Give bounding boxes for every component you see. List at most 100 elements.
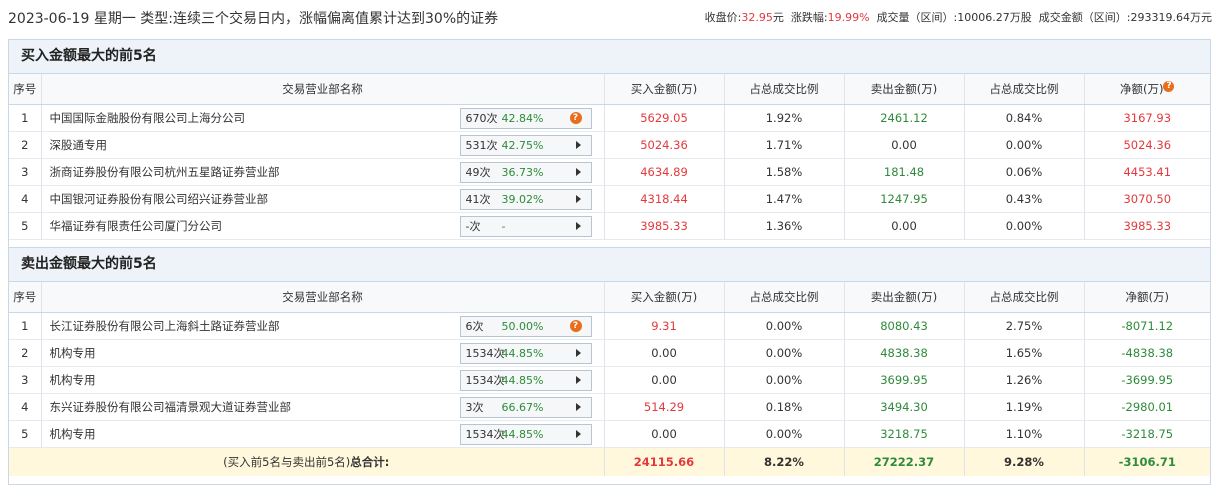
broker-stat-box[interactable]: 49次 36.73% [459, 162, 592, 183]
buy-ratio: 0.18% [724, 393, 845, 421]
broker-cell: 浙商证券股份有限公司杭州五星路证券营业部 49次 36.73% [41, 158, 605, 186]
question-icon[interactable]: ? [1163, 81, 1175, 92]
broker-name[interactable]: 机构专用 [50, 427, 96, 441]
total-buy: 24115.66 [604, 447, 725, 476]
listing-count: 1534次 [465, 347, 505, 360]
net-amount: -3218.75 [1084, 420, 1210, 448]
table-row: 3 浙商证券股份有限公司杭州五星路证券营业部 49次 36.73% 4634.89 1.5… [9, 158, 1210, 186]
col-net: 净额(万) [1084, 282, 1210, 313]
broker-name[interactable]: 东兴证券股份有限公司福清景观大道证券营业部 [50, 400, 292, 414]
broker-name[interactable]: 华福证券有限责任公司厦门分公司 [50, 219, 223, 233]
net-amount: 3070.50 [1084, 185, 1210, 213]
col-sell: 卖出金额(万) [844, 74, 965, 105]
success-rate: 42.84% [501, 112, 544, 125]
success-rate: 44.85% [501, 374, 544, 387]
broker-stat-box[interactable]: 1534次44.85% [459, 343, 592, 364]
sell-amount: 0.00 [844, 131, 965, 159]
sell-top5-panel: 卖出金额最大的前5名 序号 交易营业部名称 买入金额(万) 占总成交比例 卖出金… [8, 247, 1211, 485]
buy-ratio: 1.58% [724, 158, 845, 186]
success-rate: 50.00% [501, 320, 544, 333]
question-icon[interactable]: ? [569, 112, 582, 124]
total-row: (买入前5名与卖出前5名)总合计: 24115.66 8.22% 27222.3… [9, 447, 1210, 476]
arrow-right-icon[interactable] [575, 349, 581, 357]
net-amount: -8071.12 [1084, 312, 1210, 340]
buy-ratio: 1.36% [724, 212, 845, 240]
arrow-right-icon[interactable] [575, 168, 581, 176]
market-stats: 收盘价:32.95元 涨跌幅:19.99% 成交量（区间）:10006.27万股… [705, 9, 1212, 25]
broker-name[interactable]: 长江证券股份有限公司上海斜土路证券营业部 [50, 319, 280, 333]
broker-name[interactable]: 中国国际金融股份有限公司上海分公司 [50, 111, 246, 125]
total-sell-ratio: 9.28% [964, 447, 1085, 476]
table-row: 5 华福证券有限责任公司厦门分公司 -次 -3985.33 1.36% 0.00 0.00%… [9, 212, 1210, 240]
trade-date: 2023-06-19 [8, 11, 90, 27]
listing-count: -次 [465, 220, 481, 233]
broker-name[interactable]: 深股通专用 [50, 138, 108, 152]
sell-ratio: 0.00% [964, 212, 1085, 240]
total-label-prefix: (买入前5名与卖出前5名) [223, 455, 351, 469]
sell-amount: 4838.38 [844, 339, 965, 367]
sell-table: 序号 交易营业部名称 买入金额(万) 占总成交比例 卖出金额(万) 占总成交比例… [9, 282, 1210, 476]
broker-cell: 机构专用 1534次44.85% [41, 339, 605, 367]
table-header-row: 序号 交易营业部名称 买入金额(万) 占总成交比例 卖出金额(万) 占总成交比例… [9, 74, 1210, 105]
total-buy-ratio: 8.22% [724, 447, 845, 476]
col-sell-ratio: 占总成交比例 [964, 74, 1085, 105]
sell-amount: 2461.12 [844, 104, 965, 132]
broker-stat-box[interactable]: 1534次44.85% [459, 424, 592, 445]
sell-amount: 3218.75 [844, 420, 965, 448]
buy-amount: 3985.33 [604, 212, 725, 240]
buy-amount: 0.00 [604, 366, 725, 394]
arrow-right-icon[interactable] [575, 141, 581, 149]
net-amount: -4838.38 [1084, 339, 1210, 367]
col-buy: 买入金额(万) [604, 282, 725, 313]
buy-section-title: 买入金额最大的前5名 [9, 40, 1210, 74]
success-rate: 44.85% [501, 428, 544, 441]
col-buy-ratio: 占总成交比例 [724, 74, 845, 105]
arrow-right-icon[interactable] [575, 195, 581, 203]
type-label: 类型: [140, 11, 173, 27]
close-value: 32.95 [741, 11, 773, 24]
broker-stat-box[interactable]: 6次 50.00%? [459, 316, 592, 337]
row-seq: 3 [9, 366, 42, 394]
listing-count: 6次 [465, 320, 484, 333]
broker-stat-box[interactable]: 41次 39.02% [459, 189, 592, 210]
broker-stat-box[interactable]: 531次 42.75% [459, 135, 592, 156]
row-seq: 5 [9, 420, 42, 448]
sell-ratio: 0.43% [964, 185, 1085, 213]
total-label-suffix: 总合计: [350, 455, 390, 469]
broker-cell: 中国国际金融股份有限公司上海分公司 670次 42.84%? [41, 104, 605, 132]
arrow-right-icon[interactable] [575, 403, 581, 411]
arrow-right-icon[interactable] [575, 376, 581, 384]
sell-ratio: 0.06% [964, 158, 1085, 186]
col-name: 交易营业部名称 [41, 74, 605, 105]
sell-amount: 3494.30 [844, 393, 965, 421]
success-rate: - [501, 220, 506, 233]
buy-table: 序号 交易营业部名称 买入金额(万) 占总成交比例 卖出金额(万) 占总成交比例… [9, 74, 1210, 240]
broker-stat-box[interactable]: 1534次44.85% [459, 370, 592, 391]
list-title: 2023-06-19 星期一 类型:连续三个交易日内，涨幅偏离值累计达到30%的… [8, 8, 498, 28]
listing-count: 670次 [465, 112, 498, 125]
success-rate: 66.67% [501, 401, 544, 414]
buy-amount: 0.00 [604, 420, 725, 448]
broker-name[interactable]: 机构专用 [50, 373, 96, 387]
col-buy: 买入金额(万) [604, 74, 725, 105]
arrow-right-icon[interactable] [575, 430, 581, 438]
broker-name[interactable]: 机构专用 [50, 346, 96, 360]
buy-amount: 4318.44 [604, 185, 725, 213]
total-sell: 27222.37 [844, 447, 965, 476]
broker-name[interactable]: 浙商证券股份有限公司杭州五星路证券营业部 [50, 165, 280, 179]
row-seq: 3 [9, 158, 42, 186]
arrow-right-icon[interactable] [575, 222, 581, 230]
broker-stat-box[interactable]: 670次 42.84%? [459, 108, 592, 129]
broker-name[interactable]: 中国银河证券股份有限公司绍兴证券营业部 [50, 192, 269, 206]
col-seq: 序号 [9, 282, 42, 313]
row-seq: 5 [9, 212, 42, 240]
broker-stat-box[interactable]: -次 - [459, 216, 592, 237]
table-row: 5 机构专用 1534次44.85% 0.00 0.00% 3218.75 1.10% -32… [9, 420, 1210, 448]
broker-cell: 中国银河证券股份有限公司绍兴证券营业部 41次 39.02% [41, 185, 605, 213]
col-buy-ratio: 占总成交比例 [724, 282, 845, 313]
table-row: 3 机构专用 1534次44.85% 0.00 0.00% 3699.95 1.26% -36… [9, 366, 1210, 394]
listing-count: 41次 [465, 193, 491, 206]
question-icon[interactable]: ? [569, 320, 582, 332]
broker-stat-box[interactable]: 3次 66.67% [459, 397, 592, 418]
net-amount: 5024.36 [1084, 131, 1210, 159]
